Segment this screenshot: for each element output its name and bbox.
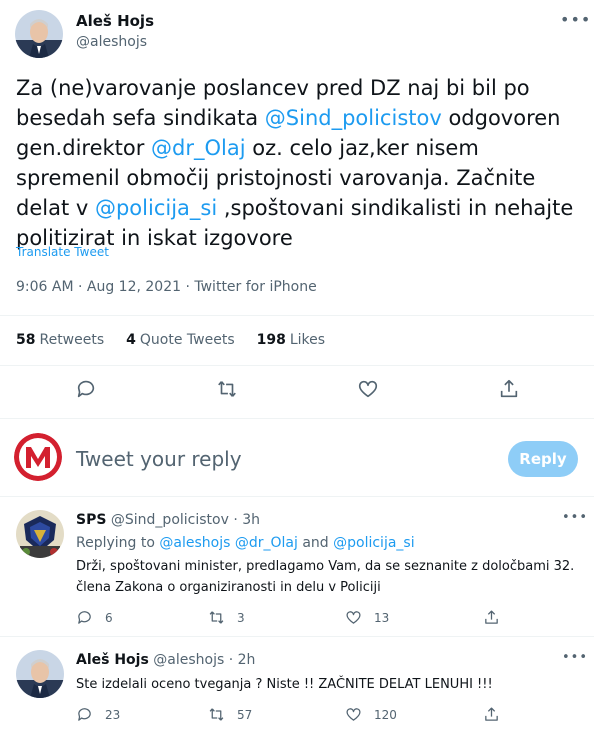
main-author-avatar[interactable] xyxy=(15,10,63,58)
quotes-label: Quote Tweets xyxy=(139,332,235,348)
retweet-icon[interactable] xyxy=(216,378,238,400)
reply-icon xyxy=(78,611,91,624)
retweet-icon xyxy=(209,708,224,721)
retweet-icon xyxy=(209,611,224,624)
more-options-icon[interactable]: ••• xyxy=(562,510,588,525)
translate-tweet-link[interactable]: Translate Tweet xyxy=(16,245,109,259)
reply-author-handle[interactable]: @Sind_policistov xyxy=(111,512,229,528)
main-author-name[interactable]: Aleš Hojs xyxy=(76,12,154,30)
share-action[interactable] xyxy=(483,609,500,626)
like-action[interactable]: 13 xyxy=(345,609,389,626)
reply-time[interactable]: · 2h xyxy=(229,652,256,668)
quotes-count: 4 xyxy=(126,332,136,348)
likes-stat[interactable]: 198 Likes xyxy=(257,332,325,348)
share-icon[interactable] xyxy=(498,378,520,400)
share-icon xyxy=(485,610,498,624)
divider xyxy=(0,365,594,366)
reply-header: SPS @Sind_policistov · 3h xyxy=(76,512,260,528)
likes-label: Likes xyxy=(289,332,326,348)
mention-link[interactable]: @policija_si xyxy=(333,535,414,551)
replying-to-label: Replying to xyxy=(76,535,160,551)
more-options-icon[interactable]: ••• xyxy=(562,650,588,665)
retweet-action[interactable]: 3 xyxy=(208,609,245,626)
reply-action[interactable]: 6 xyxy=(76,609,113,626)
divider xyxy=(0,496,594,497)
like-action[interactable]: 120 xyxy=(345,706,397,723)
like-count: 13 xyxy=(374,610,390,625)
more-options-icon[interactable]: ••• xyxy=(560,10,591,29)
reply-time[interactable]: · 3h xyxy=(233,512,260,528)
like-icon[interactable] xyxy=(357,378,379,400)
current-user-avatar[interactable] xyxy=(14,433,62,481)
reply-text: Ste izdelali oceno tveganja ? Niste !! Z… xyxy=(76,677,493,692)
retweet-count: 3 xyxy=(237,610,245,625)
mention-link[interactable]: @policija_si xyxy=(95,196,217,220)
reply-text: Drži, spoštovani minister, predlagamo Va… xyxy=(76,559,575,595)
share-action[interactable] xyxy=(483,706,500,723)
mention-link[interactable]: @dr_Olaj xyxy=(235,535,298,551)
tweet-timestamp[interactable]: 9:06 AM · Aug 12, 2021 · Twitter for iPh… xyxy=(16,279,317,295)
mention-link[interactable]: @Sind_policistov xyxy=(265,106,442,130)
quotes-stat[interactable]: 4 Quote Tweets xyxy=(126,332,234,348)
reply-icon xyxy=(78,708,91,721)
reply-icon[interactable] xyxy=(75,378,97,400)
like-icon xyxy=(346,708,361,721)
reply-author-handle[interactable]: @aleshojs xyxy=(153,652,224,668)
like-icon xyxy=(346,611,361,624)
mention-link[interactable]: @dr_Olaj xyxy=(151,136,246,160)
retweets-count: 58 xyxy=(16,332,36,348)
divider xyxy=(0,418,594,419)
reply-author-avatar[interactable] xyxy=(16,650,64,698)
reply-count: 23 xyxy=(105,707,121,722)
retweets-stat[interactable]: 58 Retweets xyxy=(16,332,104,348)
tweet-stats: 58 Retweets 4 Quote Tweets 198 Likes xyxy=(16,332,347,348)
reply-author-avatar[interactable] xyxy=(16,510,64,558)
mention-link[interactable]: @aleshojs xyxy=(159,535,230,551)
replying-and: and xyxy=(297,535,334,551)
reply-action[interactable]: 23 xyxy=(76,706,120,723)
share-icon xyxy=(485,707,498,721)
retweet-action[interactable]: 57 xyxy=(208,706,252,723)
retweets-label: Retweets xyxy=(39,332,105,348)
reply-author-name[interactable]: SPS xyxy=(76,512,106,528)
main-author-handle[interactable]: @aleshojs xyxy=(76,34,147,50)
reply-count: 6 xyxy=(105,610,113,625)
reply-author-name[interactable]: Aleš Hojs xyxy=(76,652,149,668)
divider xyxy=(0,315,594,316)
reply-button[interactable]: Reply xyxy=(508,441,578,477)
replying-to: Replying to @aleshojs @dr_Olaj and @poli… xyxy=(76,535,415,551)
retweet-count: 57 xyxy=(237,707,253,722)
likes-count: 198 xyxy=(256,332,286,348)
like-count: 120 xyxy=(374,707,397,722)
reply-input[interactable]: Tweet your reply xyxy=(76,447,476,471)
reply-header: Aleš Hojs @aleshojs · 2h xyxy=(76,652,255,668)
main-tweet-text: Za (ne)varovanje poslancev pred DZ naj b… xyxy=(16,73,584,253)
divider xyxy=(0,636,594,637)
